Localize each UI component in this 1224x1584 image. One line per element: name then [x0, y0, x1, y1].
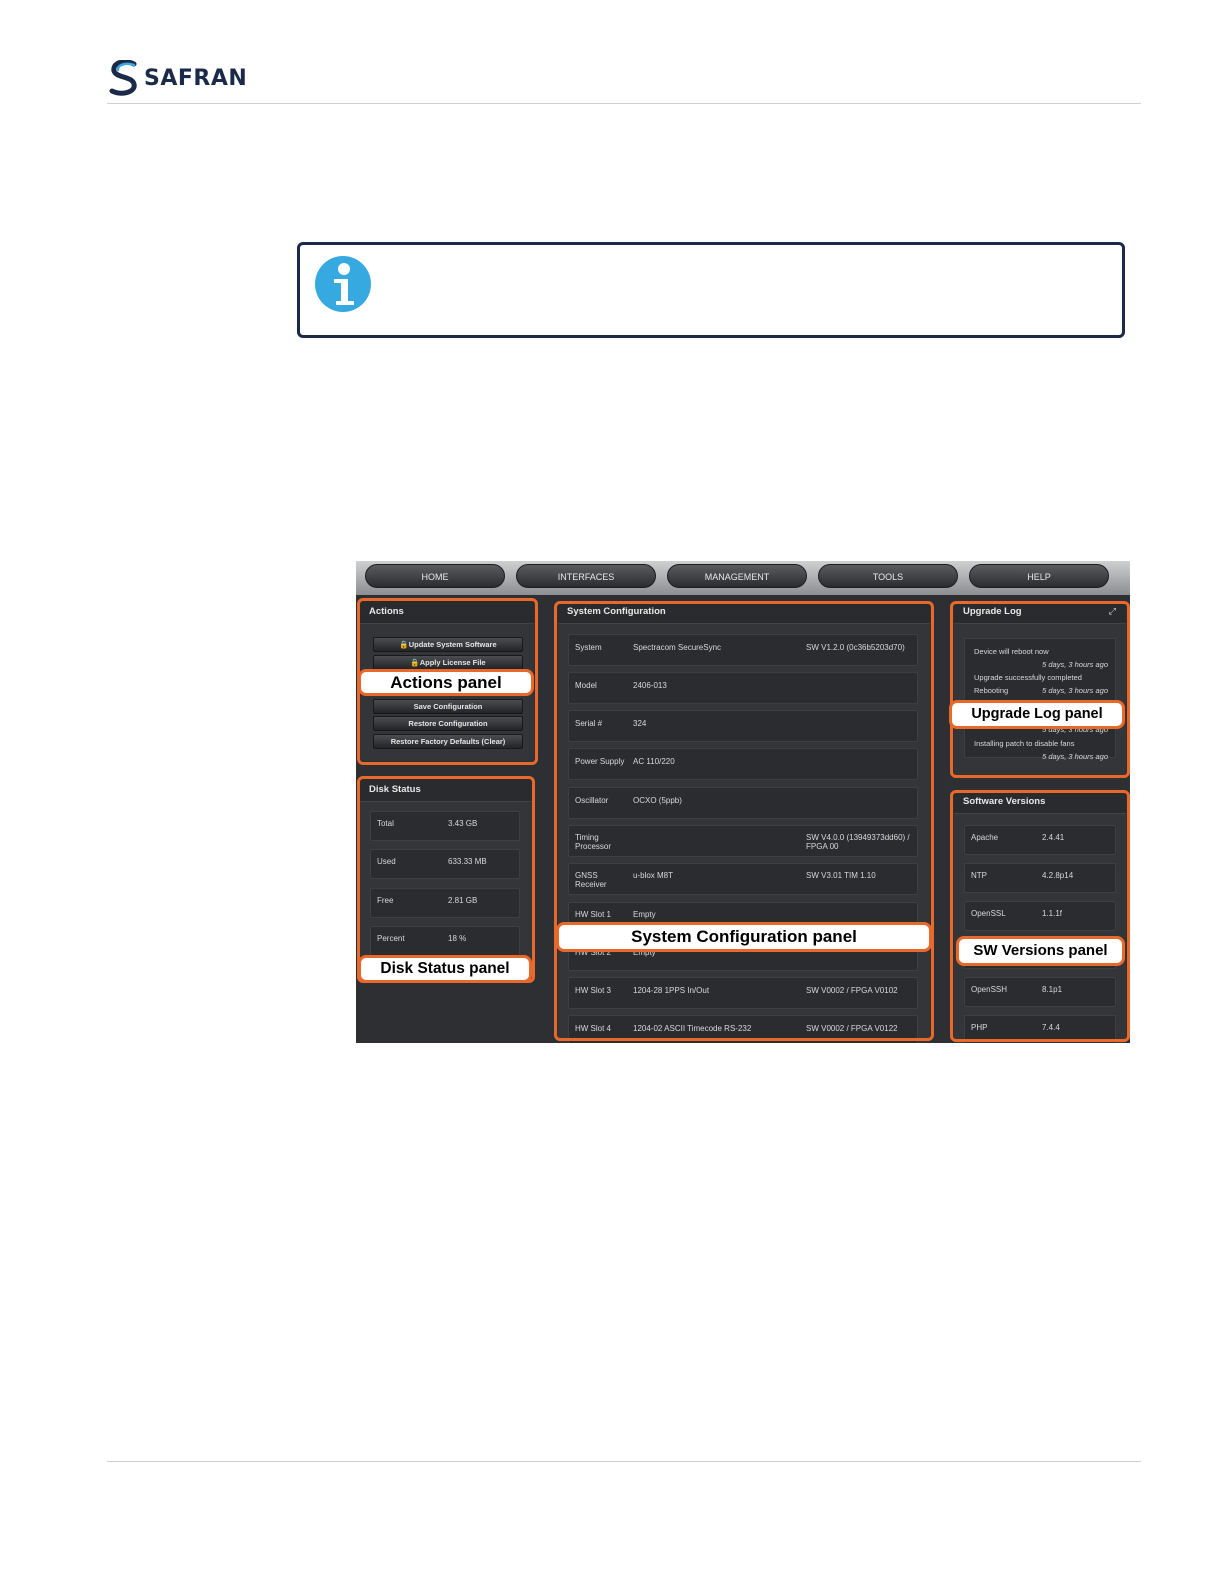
upgrade-log-callout: Upgrade Log panel	[949, 700, 1125, 729]
nav-interfaces[interactable]: INTERFACES	[516, 564, 656, 588]
nav-management[interactable]: MANAGEMENT	[667, 564, 807, 588]
actions-callout: Actions panel	[358, 669, 534, 696]
nav-home[interactable]: HOME	[365, 564, 505, 588]
upgrade-log-highlight	[950, 601, 1130, 778]
logo-text: SAFRAN	[144, 65, 248, 91]
note-box	[297, 242, 1125, 338]
web-ui-screenshot: HOME INTERFACES MANAGEMENT TOOLS HELP Ac…	[356, 561, 1130, 1043]
disk-status-highlight	[357, 776, 535, 983]
disk-status-callout: Disk Status panel	[358, 955, 532, 983]
main-navbar: HOME INTERFACES MANAGEMENT TOOLS HELP	[356, 561, 1130, 595]
info-icon	[315, 256, 371, 312]
sysconfig-callout: System Configuration panel	[556, 922, 932, 952]
header-divider	[107, 103, 1141, 104]
nav-help[interactable]: HELP	[969, 564, 1109, 588]
sw-versions-callout: SW Versions panel	[956, 936, 1125, 966]
footer-divider	[107, 1461, 1141, 1462]
safran-s-icon	[109, 60, 137, 96]
safran-logo: SAFRAN	[108, 60, 247, 96]
sysconfig-highlight	[554, 601, 934, 1041]
sw-versions-highlight	[950, 790, 1130, 1042]
nav-tools[interactable]: TOOLS	[818, 564, 958, 588]
